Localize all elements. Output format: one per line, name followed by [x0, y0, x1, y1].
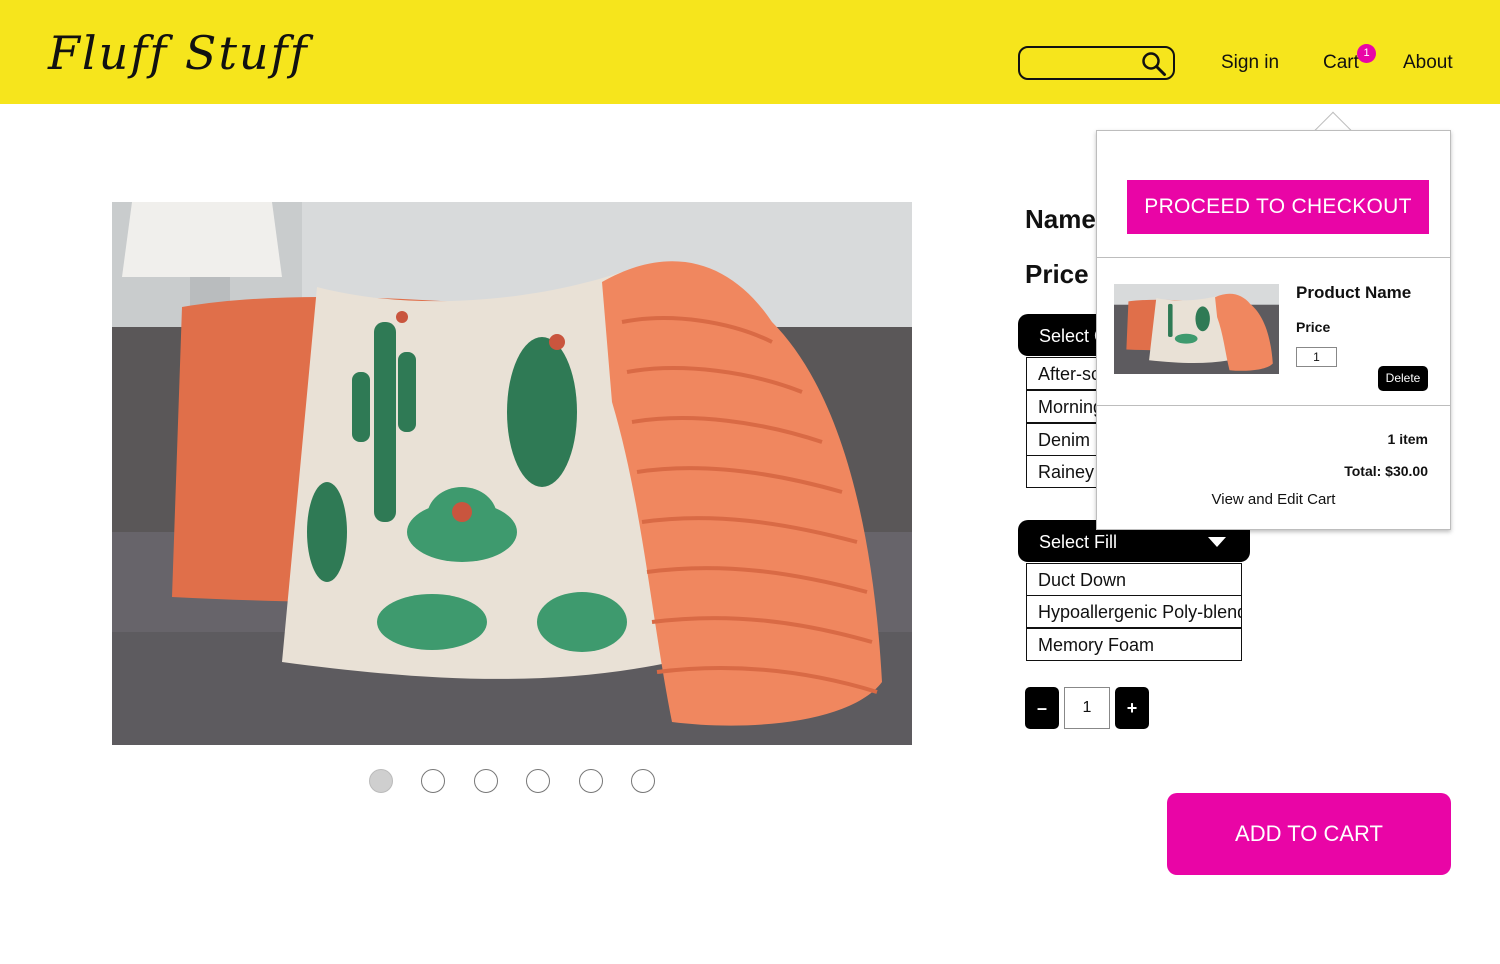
search-input[interactable]: [1018, 46, 1175, 80]
nav-sign-in[interactable]: Sign in: [1221, 52, 1279, 74]
view-edit-cart-link[interactable]: View and Edit Cart: [1097, 491, 1450, 508]
carousel-dot-2[interactable]: [421, 769, 445, 793]
product-photo: [112, 202, 912, 745]
cart-item-count: 1 item: [1387, 431, 1428, 447]
fill-option[interactable]: Duct Down: [1026, 563, 1242, 596]
quantity-increment-button[interactable]: +: [1115, 687, 1149, 729]
product-price: Price: [1025, 259, 1089, 289]
carousel-dot-3[interactable]: [474, 769, 498, 793]
nav-about[interactable]: About: [1403, 52, 1453, 74]
add-to-cart-button[interactable]: ADD TO CART: [1167, 793, 1451, 875]
fill-option[interactable]: Memory Foam: [1026, 628, 1242, 661]
nav-cart[interactable]: Cart: [1323, 52, 1359, 74]
cart-item-name[interactable]: Product Name: [1296, 283, 1411, 303]
cart-count-badge: 1: [1357, 44, 1376, 63]
cart-popover: PROCEED TO CHECKOUT Product Name Price 1…: [1096, 130, 1451, 530]
carousel-dot-6[interactable]: [631, 769, 655, 793]
fill-select-label: Select Fill: [1039, 532, 1118, 552]
quantity-input[interactable]: 1: [1064, 687, 1110, 729]
site-header: Fluff Stuff Sign in Cart 1 About: [0, 0, 1500, 104]
cart-total: Total: $30.00: [1344, 463, 1428, 479]
delete-item-button[interactable]: Delete: [1378, 366, 1428, 391]
search-icon[interactable]: [1141, 51, 1167, 77]
logo[interactable]: Fluff Stuff: [48, 26, 309, 80]
cart-item-thumbnail[interactable]: [1114, 284, 1279, 374]
fill-option[interactable]: Hypoallergenic Poly-blend: [1026, 595, 1242, 628]
quantity-decrement-button[interactable]: –: [1025, 687, 1059, 729]
proceed-to-checkout-button[interactable]: PROCEED TO CHECKOUT: [1127, 180, 1429, 234]
chevron-down-icon: [1208, 537, 1226, 547]
carousel-dot-1[interactable]: [369, 769, 393, 793]
cart-item-photo: [1114, 284, 1279, 374]
product-image: [112, 202, 912, 745]
divider: [1097, 257, 1450, 258]
product-name: Name: [1025, 204, 1096, 234]
cart-item-quantity-input[interactable]: 1: [1296, 347, 1337, 367]
carousel-dot-4[interactable]: [526, 769, 550, 793]
carousel-dot-5[interactable]: [579, 769, 603, 793]
cart-item-price: Price: [1296, 319, 1331, 335]
divider: [1097, 405, 1450, 406]
